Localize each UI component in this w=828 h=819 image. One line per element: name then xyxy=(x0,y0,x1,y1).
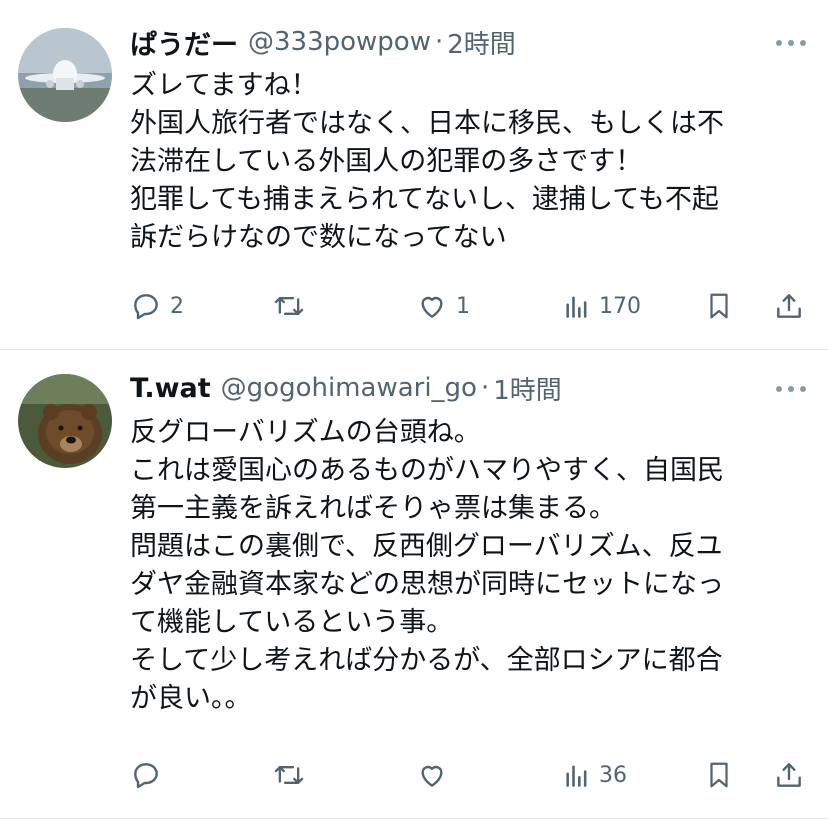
reply-icon xyxy=(134,763,158,789)
retweet-icon xyxy=(274,296,304,316)
like-icon xyxy=(421,765,443,787)
like-button[interactable] xyxy=(416,755,456,795)
tweet-text-line: 犯罪しても捕まえられてないし、逮捕しても不起 xyxy=(130,184,719,215)
bookmark-button[interactable] xyxy=(704,286,734,326)
share-icon xyxy=(777,294,801,318)
display-name[interactable]: ぱうだー xyxy=(130,23,238,62)
separator: · xyxy=(480,373,490,403)
like-count: 1 xyxy=(456,293,470,319)
user-handle[interactable]: @gogohimawari_go xyxy=(221,373,477,403)
tweet[interactable]: T.wat @gogohimawari_go · 1時間 反グローバリズムの台頭… xyxy=(0,350,828,819)
share-icon xyxy=(777,763,801,787)
tweet-header: T.wat @gogohimawari_go · 1時間 xyxy=(130,368,562,408)
tweet-text-line: ダヤ金融資本家などの思想が同時にセットになっ xyxy=(130,569,724,600)
retweet-button[interactable] xyxy=(272,755,314,795)
bookmark-icon xyxy=(710,293,728,319)
action-bar: 36 xyxy=(0,755,828,795)
reply-button[interactable]: 2 xyxy=(130,286,184,326)
tweet-text: 反グローバリズムの台頭ね。 これは愛国心のあるものがハマりやすく、自国民 第一主… xyxy=(130,414,810,718)
view-count: 36 xyxy=(599,762,627,788)
view-count: 170 xyxy=(599,293,641,319)
views-button[interactable]: 36 xyxy=(563,755,627,795)
separator: · xyxy=(434,27,444,57)
tweet-text-line: 法滞在している外国人の犯罪の多さです！ xyxy=(130,146,643,177)
views-button[interactable]: 170 xyxy=(563,286,641,326)
tweet-text-line: 反グローバリズムの台頭ね。 xyxy=(130,417,481,448)
views-icon xyxy=(566,765,587,787)
share-button[interactable] xyxy=(773,286,805,326)
tweet-text-line: 訴だらけなので数になってない xyxy=(130,222,507,253)
tweet-text-line: これは愛国心のあるものがハマりやすく、自国民 xyxy=(130,455,724,486)
tweet-text: ズレてますね！ 外国人旅行者ではなく、日本に移民、もしくは不 法滞在している外国… xyxy=(130,67,810,257)
reply-button[interactable] xyxy=(130,755,170,795)
user-handle[interactable]: @333powpow xyxy=(248,27,431,57)
tweet-text-line: が良い。。 xyxy=(130,683,252,714)
timestamp[interactable]: 2時間 xyxy=(447,24,516,61)
reply-count: 2 xyxy=(170,293,184,319)
tweet-text-line: 外国人旅行者ではなく、日本に移民、もしくは不 xyxy=(130,108,724,139)
bookmark-icon xyxy=(710,762,728,788)
views-icon xyxy=(566,296,587,318)
like-button[interactable]: 1 xyxy=(416,286,470,326)
retweet-button[interactable] xyxy=(272,286,314,326)
tweet-text-line: 第一主義を訴えればそりゃ票は集まる。 xyxy=(130,493,616,524)
retweet-icon xyxy=(274,765,304,785)
tweet-text-line: て機能しているという事。 xyxy=(130,607,454,638)
more-icon[interactable] xyxy=(776,384,806,394)
timestamp[interactable]: 1時間 xyxy=(493,370,562,407)
avatar[interactable] xyxy=(18,374,112,468)
tweet-header: ぱうだー @333powpow · 2時間 xyxy=(130,22,516,62)
tweet-text-line: 問題はこの裏側で、反西側グローバリズム、反ユ xyxy=(130,531,723,562)
reply-icon xyxy=(134,294,158,320)
tweet-text-line: ズレてますね！ xyxy=(130,70,318,101)
action-bar: 2 1 170 xyxy=(0,286,828,326)
display-name[interactable]: T.wat xyxy=(130,373,211,404)
tweet[interactable]: ぱうだー @333powpow · 2時間 ズレてますね！ 外国人旅行者ではなく… xyxy=(0,0,828,350)
avatar[interactable] xyxy=(18,28,112,122)
tweet-text-line: そして少し考えれば分かるが、全部ロシアに都合 xyxy=(130,645,723,676)
bookmark-button[interactable] xyxy=(704,755,734,795)
share-button[interactable] xyxy=(773,755,805,795)
more-icon[interactable] xyxy=(776,38,806,48)
like-icon xyxy=(421,296,443,318)
